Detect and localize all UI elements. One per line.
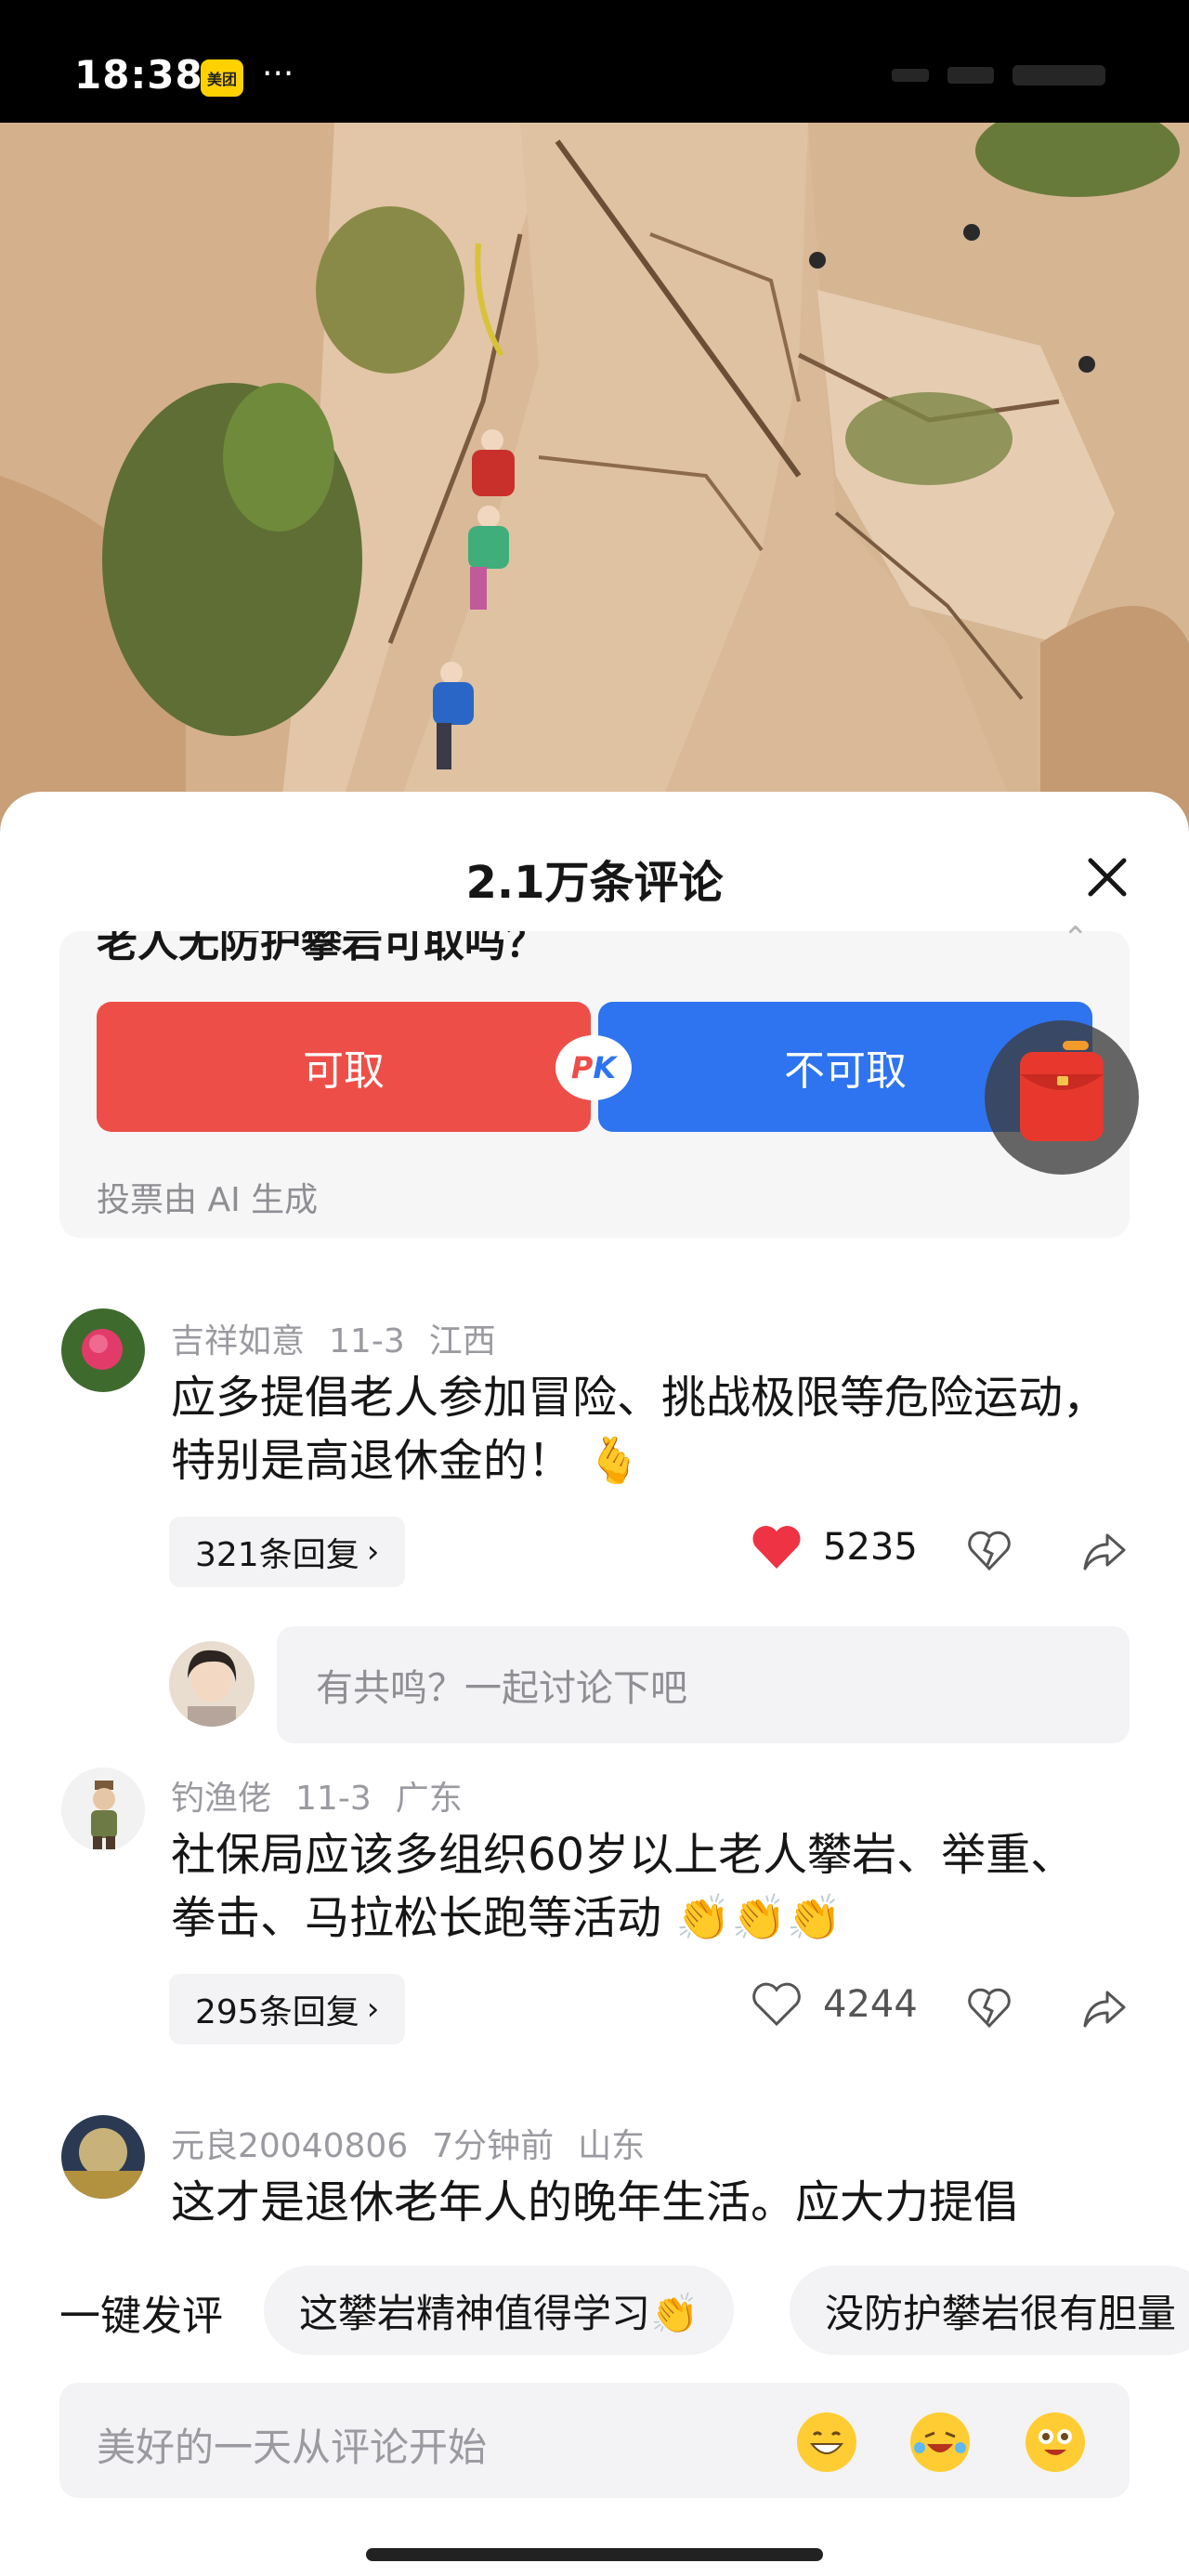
like-button[interactable]: 5235 [751,1524,918,1571]
share-icon[interactable] [1081,1528,1128,1574]
comment-body: 社保局应该多组织60岁以上老人攀岩、举重、拳击、马拉松长跑等活动 [171,1829,1076,1944]
comment-date: 11-3 [329,1322,405,1360]
heart-icon [752,1525,801,1569]
poll-note: 投票由 AI 生成 [97,1181,319,1219]
avatar[interactable] [61,1308,145,1392]
avatar[interactable] [61,1768,145,1851]
chevron-right-icon: › [366,1991,380,2028]
close-icon[interactable] [1079,849,1135,905]
quick-comment-chip[interactable]: 没防护攀岩很有胆量 [790,2266,1189,2355]
comment-username[interactable]: 钓渔佬 [171,1780,271,1818]
comment-input-placeholder: 美好的一天从评论开始 [97,2425,488,2470]
comment-input-bar[interactable]: 美好的一天从评论开始 [59,2383,1130,2498]
vote-yes-button[interactable]: 可取 [97,1002,591,1132]
meituan-badge-icon: 美团 [201,59,243,97]
laugh-cry-emoji-icon[interactable] [910,2412,970,2472]
home-indicator[interactable] [366,2548,823,2561]
comment-text: 这才是退休老年人的晚年生活。应大力提倡 [171,2176,1019,2228]
like-count: 4244 [823,1983,918,2026]
status-bar: 18:38 美团 ··· [0,0,1189,123]
comment-emoji: 👏👏👏 [675,1892,843,1944]
pk-badge-k: K [593,1050,617,1085]
comment-location: 江西 [428,1322,496,1360]
comment-location: 山东 [578,2127,646,2165]
my-avatar [169,1641,255,1727]
comment-count-title: 2.1万条评论 [465,857,724,909]
view-replies-button[interactable]: 295条回复 › [169,1974,406,2044]
star-eyes-emoji-icon[interactable] [1026,2412,1085,2472]
red-packet-icon[interactable] [985,1020,1139,1175]
chevron-right-icon: › [366,1533,380,1571]
comment-meta: 钓渔佬 11-3 广东 [171,1771,487,1820]
broken-heart-icon[interactable] [966,1528,1013,1574]
comment-item: 元良20040806 7分钟前 山东 这才是退休老年人的晚年生活。应大力提倡 [0,2115,1189,2236]
reply-input[interactable]: 有共鸣？一起讨论下吧 [277,1626,1130,1743]
poll-question: 老人无防护攀岩可取吗？ [97,931,546,966]
comment-location: 广东 [395,1780,463,1818]
system-status-icons [892,65,1105,85]
comment-username[interactable]: 元良20040806 [171,2127,408,2165]
like-count: 5235 [823,1526,918,1569]
more-dots-icon: ··· [262,55,294,93]
share-icon[interactable] [1081,1985,1128,2031]
broken-heart-icon[interactable] [966,1985,1013,2031]
status-time: 18:38 [74,52,203,98]
replies-count: 295条回复 [195,1993,359,2031]
grin-emoji-icon[interactable] [797,2412,856,2472]
video-player[interactable] [0,123,1189,829]
comment-meta: 元良20040806 7分钟前 山东 [171,2119,669,2167]
like-button[interactable]: 4244 [751,1981,918,2028]
chevron-up-icon[interactable]: ⌃ [1063,920,1090,957]
pk-badge-p: P [570,1050,594,1085]
comment-meta: 吉祥如意 11-3 江西 [171,1314,520,1362]
avatar[interactable] [61,2115,145,2199]
quick-comment-label: 一键发评 [59,2293,223,2340]
comment-text: 应多提倡老人参加冒险、挑战极限等危险运动，特别是高退休金的！ 🫰 [171,1366,1118,1492]
quick-comment-chip[interactable]: 这攀岩精神值得学习👏 [264,2266,735,2355]
comment-item: 钓渔佬 11-3 广东 社保局应该多组织60岁以上老人攀岩、举重、拳击、马拉松长跑等… [0,1768,1189,2158]
view-replies-button[interactable]: 321条回复 › [169,1517,406,1587]
video-frame [0,123,1189,829]
comment-date: 11-3 [295,1780,372,1818]
comment-emoji: 🫰 [586,1435,643,1487]
pk-badge: PK [555,1035,632,1100]
comment-username[interactable]: 吉祥如意 [171,1322,305,1360]
comment-date: 7分钟前 [432,2127,555,2165]
heart-outline-icon [752,1982,801,2027]
reply-input-row: 有共鸣？一起讨论下吧 [0,1626,1189,1747]
quick-comment-row: 一键发评 这攀岩精神值得学习👏 没防护攀岩很有胆量 [0,2266,1189,2355]
replies-count: 321条回复 [195,1536,359,1574]
comment-text: 社保局应该多组织60岁以上老人攀岩、举重、拳击、马拉松长跑等活动 👏👏👏 [171,1823,1118,1950]
comment-sheet: 2.1万条评论 老人无防护攀岩可取吗？ ⌃ 可取 不可取 PK 投票由 AI 生… [0,792,1189,2576]
